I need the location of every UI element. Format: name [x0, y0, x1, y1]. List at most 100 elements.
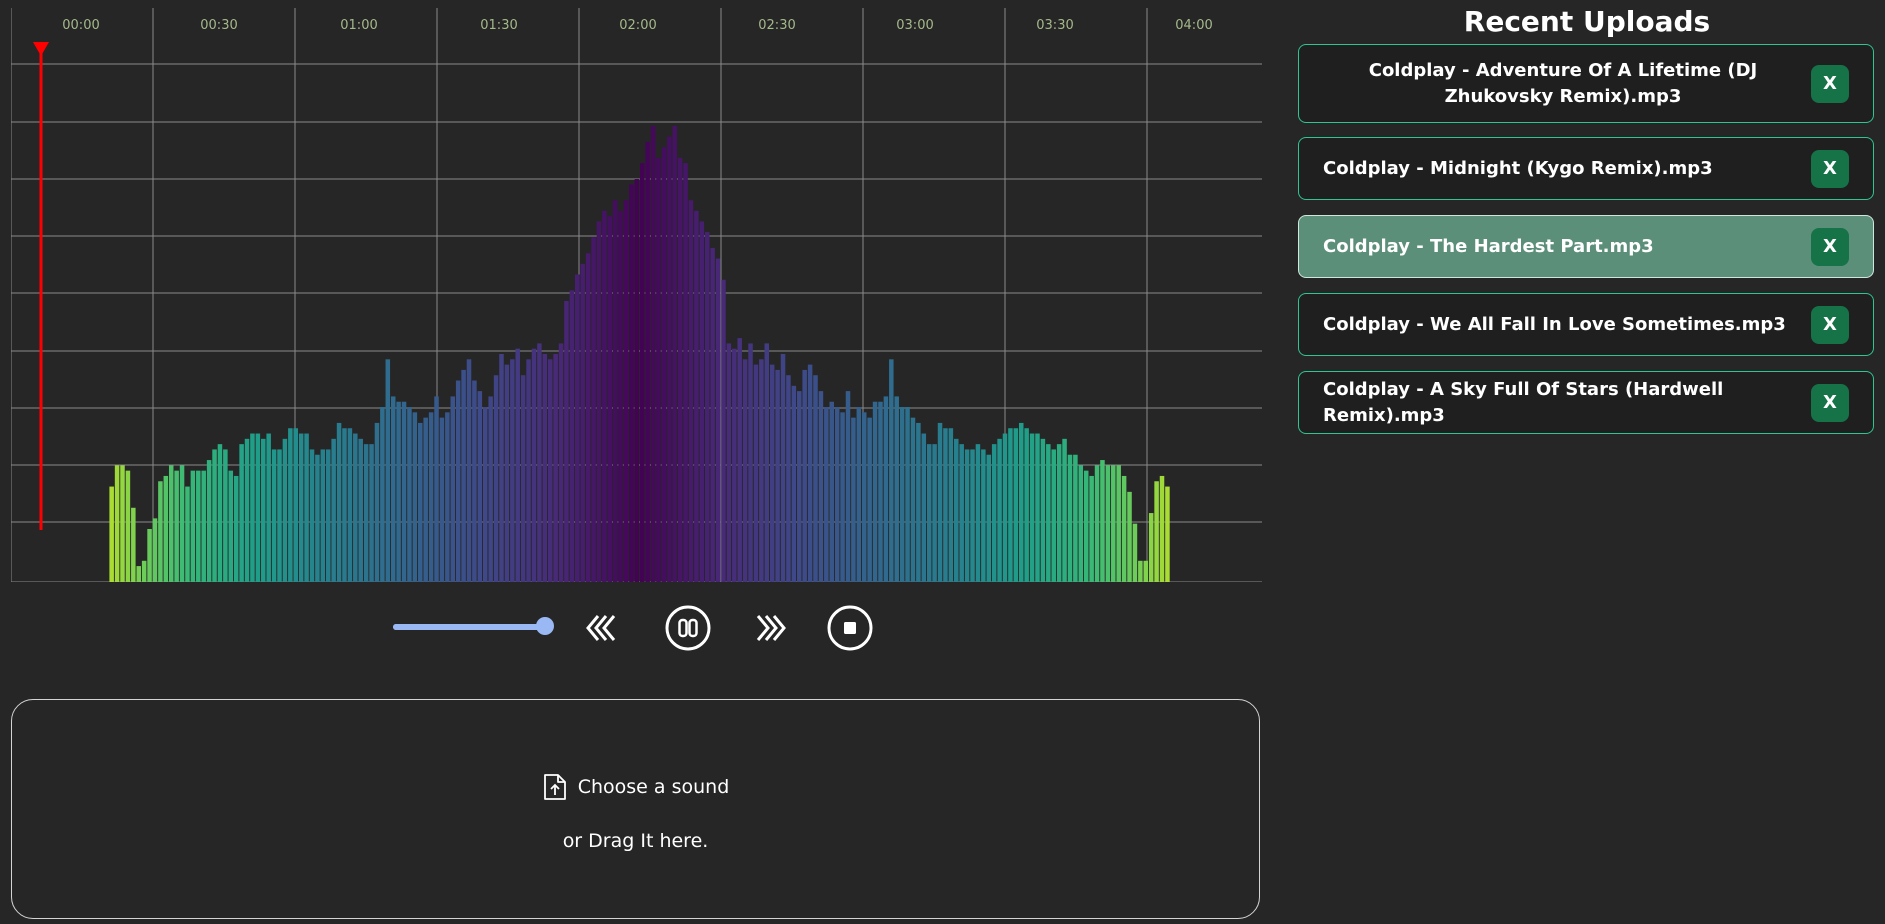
remove-upload-button[interactable]: X	[1811, 305, 1849, 344]
spectrum-bar	[650, 126, 656, 582]
spectrum-bar	[612, 200, 618, 582]
spectrum-bar	[861, 412, 867, 582]
spectrum-bar	[721, 279, 726, 582]
spectrum-bar	[629, 184, 634, 582]
upload-item-selected[interactable]: Coldplay - The Hardest Part.mp3 X	[1298, 215, 1874, 278]
choose-sound-label[interactable]: Choose a sound	[578, 776, 730, 798]
spectrum-bar	[445, 412, 450, 582]
spectrum-bar	[872, 401, 878, 582]
remove-upload-button[interactable]: X	[1811, 64, 1849, 103]
spectrum-bar	[1018, 422, 1024, 582]
spectrum-bar	[737, 338, 742, 582]
spectrum-bar	[109, 486, 114, 582]
volume-thumb[interactable]	[536, 617, 554, 635]
remove-upload-button[interactable]: X	[1811, 149, 1849, 188]
upload-item-name[interactable]: Coldplay - We All Fall In Love Sometimes…	[1299, 312, 1811, 338]
spectrum-bar	[634, 179, 640, 582]
spectrum-bar	[396, 401, 401, 582]
stop-button[interactable]	[826, 604, 874, 652]
spectrum-bar	[1121, 475, 1127, 582]
upload-item[interactable]: Coldplay - We All Fall In Love Sometimes…	[1298, 293, 1874, 356]
spectrum-bar	[829, 401, 834, 582]
spectrum-bar	[547, 359, 553, 582]
upload-item-name[interactable]: Coldplay - Adventure Of A Lifetime (DJ Z…	[1299, 58, 1811, 110]
spectrum-bar	[558, 343, 564, 582]
spectrum-bar	[488, 396, 493, 582]
spectrum-bar	[997, 438, 1002, 582]
remove-upload-button[interactable]: X	[1811, 227, 1849, 266]
pause-icon	[665, 605, 711, 651]
spectrum-bar	[878, 401, 883, 582]
spectrum-bar	[320, 449, 326, 582]
spectrum-bar	[1040, 438, 1046, 582]
spectrum-bar	[120, 465, 125, 582]
spectrum-bar	[358, 438, 363, 582]
spectrum-bar	[834, 407, 840, 582]
spectrum-bar	[1024, 428, 1029, 582]
spectrum-bar	[981, 449, 986, 582]
spectrum-bar	[298, 433, 304, 582]
spectrum-bar	[239, 444, 244, 582]
spectrum-bar	[125, 470, 131, 582]
remove-upload-button[interactable]: X	[1811, 383, 1849, 422]
spectrum-bar	[266, 433, 271, 582]
spectrum-bar	[807, 364, 813, 582]
spectrum-bar	[899, 407, 905, 582]
spectrum-bar	[742, 359, 748, 582]
spectrum-bar	[759, 359, 764, 582]
spectrum-bar	[158, 481, 163, 582]
spectrum-bar	[1067, 454, 1073, 582]
player-controls	[390, 600, 890, 654]
spectrum-bar	[1165, 486, 1170, 582]
spectrum-bar	[575, 274, 580, 582]
spectrum-bar	[553, 354, 558, 582]
time-tick-label: 02:30	[758, 18, 795, 33]
spectrum-bar	[948, 428, 954, 582]
spectrum-bar	[889, 359, 894, 582]
spectrum-bar	[293, 428, 298, 582]
upload-item-name[interactable]: Coldplay - A Sky Full Of Stars (Hardwell…	[1299, 377, 1811, 429]
spectrum-bar	[845, 391, 851, 582]
upload-item[interactable]: Coldplay - Midnight (Kygo Remix).mp3 X	[1298, 137, 1874, 200]
upload-item[interactable]: Coldplay - Adventure Of A Lifetime (DJ Z…	[1298, 44, 1874, 123]
spectrum-bar	[1046, 444, 1051, 582]
spectrum-bar	[472, 380, 477, 582]
rewind-button[interactable]	[578, 604, 626, 652]
audio-visualizer[interactable]: 00:00 00:30 01:00 01:30 02:00 02:30 03:00 03:30…	[11, 8, 1262, 582]
spectrum-bar	[732, 348, 737, 582]
visualizer-canvas[interactable]: 00:00 00:30 01:00 01:30 02:00 02:30 03:00 03:30…	[11, 8, 1262, 582]
spectrum-bar	[520, 375, 526, 582]
playhead-marker-icon[interactable]	[33, 42, 49, 56]
spectrum-bar	[223, 449, 228, 582]
spectrum-bar	[672, 126, 677, 582]
fast-forward-button[interactable]	[746, 604, 794, 652]
spectrum-bar	[179, 465, 185, 582]
spectrum-bar	[510, 359, 515, 582]
pause-button[interactable]	[664, 604, 712, 652]
spectrum-bar	[780, 354, 786, 582]
upload-item-name[interactable]: Coldplay - Midnight (Kygo Remix).mp3	[1299, 156, 1811, 182]
spectrum-bar	[569, 290, 575, 582]
spectrum-bar	[769, 364, 775, 582]
spectrum-bar	[1100, 460, 1105, 582]
volume-slider[interactable]	[393, 617, 554, 635]
spectrum-bar	[1062, 438, 1067, 582]
spectrum-bar	[683, 163, 688, 582]
spectrum-bar	[1013, 428, 1019, 582]
spectrum-bar	[515, 348, 520, 582]
recent-uploads-title: Recent Uploads	[1463, 5, 1711, 38]
spectrum-bar	[894, 396, 899, 582]
file-dropzone[interactable]: Choose a sound or Drag It here.	[11, 699, 1260, 919]
spectrum-bar	[786, 375, 791, 582]
choose-sound-button[interactable]: Choose a sound	[12, 772, 1259, 802]
spectrum-bar	[353, 433, 358, 582]
upload-item-name[interactable]: Coldplay - The Hardest Part.mp3	[1299, 234, 1811, 260]
upload-item[interactable]: Coldplay - A Sky Full Of Stars (Hardwell…	[1298, 371, 1874, 434]
spectrum-bar	[401, 401, 407, 582]
spectrum-bar	[196, 470, 201, 582]
spectrum-bar	[580, 263, 585, 582]
playhead[interactable]	[33, 42, 49, 530]
spectrum-bar	[710, 247, 715, 582]
spectrum-bar	[1111, 465, 1116, 582]
spectrum-bar	[439, 417, 445, 582]
